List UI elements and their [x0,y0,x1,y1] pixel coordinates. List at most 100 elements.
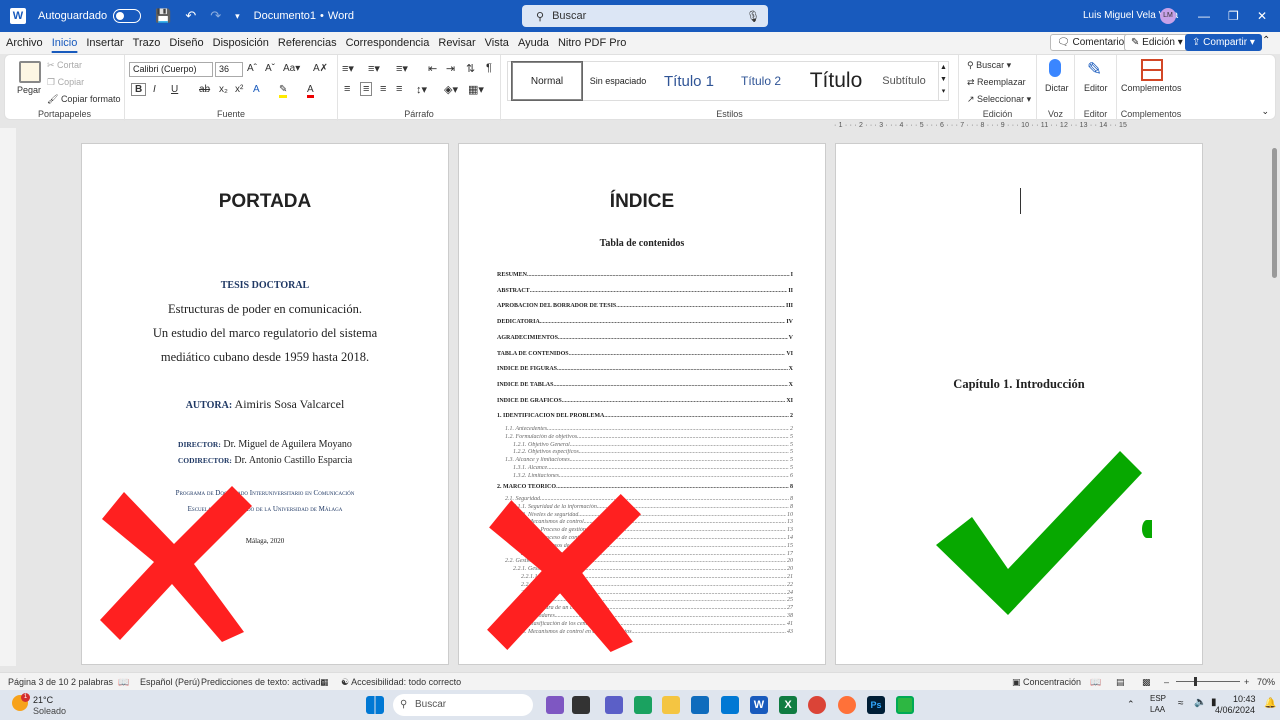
addins-button[interactable]: Complementos [1121,83,1182,93]
change-case-icon[interactable]: Aa▾ [283,63,300,74]
subscript-icon[interactable]: x₂ [219,84,228,95]
tab-disposicion[interactable]: Disposición [213,37,269,49]
italic-icon[interactable]: I [153,84,156,95]
toc-entry[interactable]: 1.2. Formulación de objetivos 5 [505,434,793,440]
avatar[interactable]: LM [1160,8,1176,24]
ribbon-collapse-icon[interactable]: ⌄ [1261,106,1269,117]
text-predictions-status[interactable]: Predicciones de texto: activado [201,677,326,687]
accessibility-status[interactable]: ☯ Accesibilidad: todo correcto [341,677,461,688]
style-heading-2[interactable]: Título 2 [728,62,794,100]
language-status[interactable]: Español (Perú) [140,677,200,687]
tab-ayuda[interactable]: Ayuda [518,37,549,49]
search-box[interactable]: ⚲ Buscar 🎙 [522,5,768,27]
increase-indent-icon[interactable]: ⇥ [446,62,455,75]
shrink-font-icon[interactable]: Aˇ [265,63,275,74]
page-capitulo[interactable]: Capítulo 1. Introducción [835,143,1203,665]
align-right-icon[interactable]: ≡ [380,83,386,95]
multilevel-list-icon[interactable]: ≡▾ [396,62,408,75]
zoom-out-icon[interactable]: – [1164,677,1169,687]
volume-icon[interactable]: 🔈 [1194,697,1206,708]
notification-bell-icon[interactable]: 🔔 [1264,698,1276,709]
page-count[interactable]: Página 3 de 10 [8,677,69,687]
bold-icon[interactable]: B [131,83,147,96]
wifi-icon[interactable]: ≈ [1178,698,1184,709]
toc-entry[interactable]: AGRADECIMIENTOS V [497,335,793,341]
show-formatting-icon[interactable]: ¶ [486,62,492,74]
clock-date[interactable]: 4/06/2024 [1215,705,1255,715]
word-taskbar-icon[interactable]: W [750,696,768,714]
align-center-icon[interactable]: ≡ [360,82,373,96]
font-name-select[interactable]: Calibri (Cuerpo) [129,62,213,77]
toc-entry[interactable]: ÍNDICE DE FIGURAS X [497,366,793,372]
page-portada[interactable]: PORTADA TESIS DOCTORAL Estructuras de po… [81,143,449,665]
file-explorer-icon[interactable] [662,696,680,714]
toc-entry[interactable]: RESUMEN I [497,272,793,278]
style-normal[interactable]: Normal [511,61,583,101]
toc-entry[interactable]: 1.3.2. Limitaciones 6 [513,473,793,479]
shading-icon[interactable]: ◈▾ [444,83,458,96]
tray-overflow-icon[interactable]: ⌃ [1127,699,1135,710]
zoom-slider[interactable] [1176,681,1240,682]
select-button[interactable]: ↗ Seleccionar ▾ [967,94,1031,105]
cut-button[interactable]: ✂ Cortar [47,60,82,71]
align-left-icon[interactable]: ≡ [344,83,350,95]
track-changes-icon[interactable]: ▦ [320,677,329,688]
editing-mode-button[interactable]: ✎ Edición ▾ [1124,34,1190,51]
toc-entry[interactable]: 1. IDENTIFICACIÓN DEL PROBLEMA 2 [497,413,793,419]
focus-button[interactable]: ▣ Concentración [1012,677,1081,688]
weather-desc[interactable]: Soleado [33,706,66,716]
tab-revisar[interactable]: Revisar [438,37,475,49]
undo-icon[interactable]: ↶ [185,8,196,24]
replace-button[interactable]: ⇄ Reemplazar [967,77,1026,88]
close-icon[interactable]: ✕ [1257,9,1267,23]
firefox-icon[interactable] [838,696,856,714]
web-layout-icon[interactable]: ▩ [1142,677,1151,688]
edge-icon[interactable] [634,696,652,714]
style-title[interactable]: Título [798,62,874,100]
share-button[interactable]: ⇪ Compartir ▾ [1185,34,1262,51]
toc-entry[interactable]: ÍNDICE DE TABLAS X [497,382,793,388]
toc-entry[interactable]: ABSTRACT II [497,288,793,294]
save-icon[interactable]: 💾 [155,8,171,24]
collapse-ribbon-icon[interactable]: ⌃ [1262,35,1270,46]
editor-button[interactable]: Editor [1084,83,1108,93]
toc-entry[interactable]: 1.1. Antecedentes 2 [505,426,793,432]
vertical-ruler[interactable] [0,128,16,666]
input-language-bottom[interactable]: LAA [1150,705,1165,714]
start-icon[interactable] [366,696,384,714]
mail-icon[interactable] [721,696,739,714]
autosave-toggle[interactable] [113,9,142,23]
vertical-scrollbar[interactable] [1270,140,1278,670]
underline-icon[interactable]: U [171,84,178,95]
numbering-icon[interactable]: ≡▾ [368,62,380,75]
toc-entry[interactable]: 1.2.2. Objetivos específicos 5 [513,449,793,455]
document-name[interactable]: Documento1 [254,10,316,22]
font-size-select[interactable]: 36 [215,62,243,77]
superscript-icon[interactable]: x² [235,84,243,95]
print-layout-icon[interactable]: ▤ [1116,677,1125,688]
scroll-thumb[interactable] [1272,148,1277,278]
minimize-icon[interactable]: — [1198,9,1210,23]
redo-icon[interactable]: ↷ [210,8,221,24]
clock-time[interactable]: 10:43 [1233,694,1256,704]
styles-scroll[interactable]: ▲ ▼ ▾ [938,62,948,100]
zoom-in-icon[interactable]: + [1244,677,1249,687]
toc-entry[interactable]: TABLA DE CONTENIDOS VI [497,351,793,357]
paste-button[interactable]: Pegar [17,85,41,95]
toc-entry[interactable]: ÍNDICE DE GRÁFICOS XI [497,398,793,404]
word-count[interactable]: 2 palabras [71,677,113,687]
find-button[interactable]: ⚲ Buscar ▾ [967,60,1011,71]
copilot-icon[interactable] [546,696,564,714]
clear-formatting-icon[interactable]: A✗ [313,63,328,74]
toc-entry[interactable]: 1.3.1. Alcance 5 [513,465,793,471]
toc-entry[interactable]: 2. MARCO TEÓRICO 8 [497,484,793,490]
proofing-icon[interactable]: 📖 [118,677,129,688]
copy-button[interactable]: ❐ Copiar [47,77,84,88]
style-heading-1[interactable]: Título 1 [654,62,724,100]
zoom-level[interactable]: 70% [1257,677,1275,687]
tab-archivo[interactable]: Archivo [6,37,43,49]
style-subtitle[interactable]: Subtítulo [874,62,934,100]
strikethrough-icon[interactable]: ab [199,84,210,95]
restore-icon[interactable]: ❐ [1228,9,1239,23]
toc-entry[interactable]: APROBACIÓN DEL BORRADOR DE TESIS III [497,303,793,309]
